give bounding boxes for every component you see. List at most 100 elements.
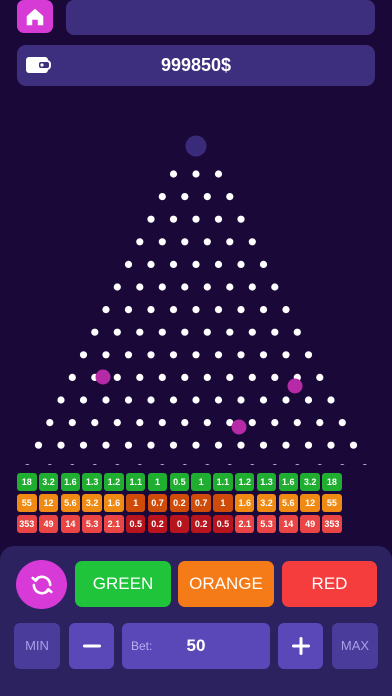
peg <box>272 464 278 465</box>
green-multiplier-cell: 1.2 <box>104 473 124 491</box>
peg <box>136 283 144 291</box>
decrease-bet-button[interactable] <box>69 623 114 669</box>
peg <box>250 464 255 465</box>
peg <box>158 283 166 291</box>
red-button[interactable]: RED <box>282 561 377 607</box>
peg <box>248 373 256 381</box>
home-icon <box>26 8 44 25</box>
peg <box>340 464 345 465</box>
peg <box>282 351 290 359</box>
peg <box>181 238 189 246</box>
peg <box>259 260 268 268</box>
peg <box>57 441 65 449</box>
peg <box>192 170 200 178</box>
title-bar <box>66 0 375 35</box>
wallet-balance-bar: 999850$ <box>17 45 375 86</box>
peg <box>214 215 223 223</box>
peg <box>271 419 279 427</box>
peg <box>248 328 256 336</box>
peg <box>316 419 324 427</box>
red-multiplier-cell: 5.3 <box>256 515 277 533</box>
red-multiplier-row: 353 49 14 5.3 2.1 0.5 0.2 0 0.2 0.5 2.1 5.3 14 49 353 <box>17 515 375 533</box>
multiplier-grid: 18 3.2 1.6 1.3 1.2 1.1 1 0.5 1 1.1 1.2 1.3 1.6 3.2 18 … <box>17 473 375 536</box>
peg <box>282 396 290 404</box>
red-multiplier-cell: 353 <box>322 515 342 533</box>
peg <box>169 170 178 178</box>
peg <box>79 441 88 449</box>
peg <box>205 464 210 465</box>
green-multiplier-cell: 1.6 <box>60 473 81 491</box>
green-multiplier-cell: 18 <box>322 473 342 491</box>
peg <box>214 306 223 314</box>
peg <box>169 306 178 314</box>
green-multiplier-row: 18 3.2 1.6 1.3 1.2 1.1 1 0.5 1 1.1 1.2 1.3 1.6 3.2 18 <box>17 473 375 491</box>
red-multiplier-cell: 353 <box>17 515 37 533</box>
peg <box>158 419 166 427</box>
orange-multiplier-cell: 5.6 <box>278 494 299 512</box>
peg <box>192 260 200 268</box>
peg <box>70 464 75 465</box>
peg <box>92 464 98 465</box>
peg <box>158 193 166 201</box>
green-button[interactable]: GREEN <box>75 561 171 607</box>
peg <box>226 328 234 336</box>
orange-multiplier-cell: 5.6 <box>60 494 81 512</box>
falling-ball <box>231 419 247 435</box>
peg <box>182 464 188 465</box>
peg <box>169 260 178 268</box>
peg <box>136 238 144 246</box>
peg <box>259 306 268 314</box>
peg <box>47 464 53 465</box>
peg <box>192 215 200 223</box>
peg <box>147 306 155 314</box>
peg <box>237 396 245 404</box>
max-bet-button[interactable]: MAX <box>332 623 378 669</box>
peg <box>362 464 368 465</box>
orange-multiplier-cell: 0.7 <box>147 494 168 512</box>
peg <box>192 396 200 404</box>
increase-bet-button[interactable] <box>278 623 323 669</box>
peg <box>226 373 234 381</box>
orange-multiplier-row: 55 12 5.6 3.2 1.6 1 0.7 0.2 0.7 1 1.6 3.2 5.6 12 55 <box>17 494 375 512</box>
red-multiplier-cell: 2.1 <box>234 515 255 533</box>
green-multiplier-cell: 1.1 <box>125 473 146 491</box>
peg <box>136 419 144 427</box>
minus-icon <box>82 644 101 648</box>
peg <box>271 328 279 336</box>
min-bet-button[interactable]: MIN <box>14 623 60 669</box>
green-multiplier-cell: 0.5 <box>169 473 190 491</box>
peg <box>79 351 88 359</box>
drop-ball <box>185 135 207 157</box>
refresh-button[interactable] <box>16 560 67 609</box>
peg <box>147 215 155 223</box>
green-multiplier-cell: 1.2 <box>234 473 255 491</box>
orange-multiplier-cell: 0.2 <box>169 494 190 512</box>
bet-value: 50 <box>186 636 206 655</box>
peg <box>226 238 234 246</box>
peg <box>181 283 189 291</box>
red-multiplier-cell: 0.5 <box>125 515 146 533</box>
peg <box>282 441 290 449</box>
orange-multiplier-cell: 12 <box>38 494 59 512</box>
control-panel: GREEN ORANGE RED MIN Bet: 50 MAX <box>0 546 392 696</box>
green-multiplier-cell: 1.3 <box>256 473 277 491</box>
refresh-icon <box>30 575 53 594</box>
peg <box>137 464 143 465</box>
orange-multiplier-cell: 1 <box>213 494 233 512</box>
peg <box>147 441 155 449</box>
peg <box>124 441 133 449</box>
peg <box>68 373 76 381</box>
peg <box>169 441 178 449</box>
orange-button[interactable]: ORANGE <box>178 561 274 607</box>
peg <box>181 419 189 427</box>
peg <box>248 283 256 291</box>
peg <box>124 260 133 268</box>
orange-multiplier-cell: 12 <box>300 494 320 512</box>
peg <box>338 419 346 427</box>
peg <box>124 306 133 314</box>
bet-field[interactable]: Bet: 50 <box>122 623 270 669</box>
peg <box>271 283 279 291</box>
peg <box>214 351 223 359</box>
peg <box>237 351 245 359</box>
home-button[interactable] <box>17 0 53 33</box>
